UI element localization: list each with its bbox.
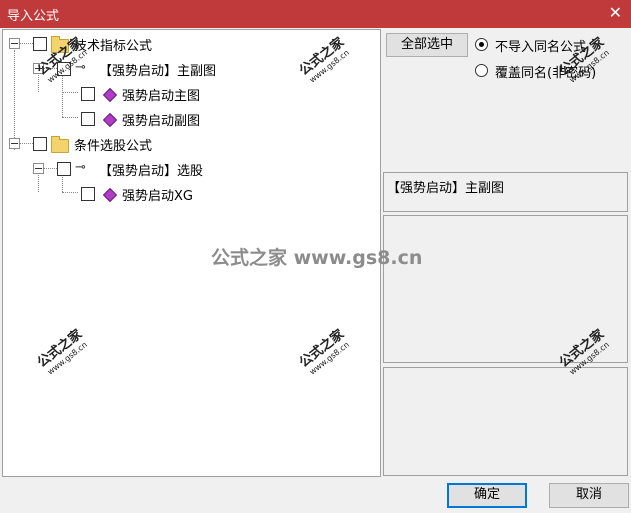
collapse-toggle[interactable] [9, 38, 20, 49]
node-label: 【强势启动】选股 [99, 164, 204, 179]
collapse-toggle[interactable] [33, 163, 44, 174]
tree-node-xg[interactable]: 强势启动XG [3, 184, 263, 206]
node-checkbox[interactable] [81, 112, 95, 126]
formula-gem-icon [102, 87, 118, 103]
node-label: 强势启动主图 [122, 89, 201, 104]
node-checkbox[interactable] [57, 162, 71, 176]
formula-detail-panel [383, 367, 628, 476]
window-title: 导入公式 [7, 9, 60, 24]
tree-node-sub-chart[interactable]: 强势启动副图 [3, 109, 263, 131]
title-bar: 导入公式 ✕ [0, 0, 631, 28]
option-label: 不导入同名公式 [495, 40, 587, 55]
tree-node-tech-indicators[interactable]: 技术指标公式 [3, 34, 203, 56]
node-label: 强势启动XG [122, 189, 193, 204]
tree-node-stock-selection[interactable]: 条件选股公式 [3, 134, 203, 156]
ok-button[interactable]: 确定 [447, 483, 527, 508]
node-checkbox[interactable] [33, 137, 47, 151]
key-icon: ⊸ [75, 160, 86, 175]
center-watermark: 公式之家 www.gs8.cn [211, 247, 423, 269]
select-all-button[interactable]: 全部选中 [386, 33, 468, 57]
node-label: 【强势启动】主副图 [99, 64, 217, 79]
node-checkbox[interactable] [81, 87, 95, 101]
node-checkbox[interactable] [33, 37, 47, 51]
tree-node-selection-formula[interactable]: ⊸ 【强势启动】选股 [3, 159, 263, 181]
radio-skip-duplicates[interactable] [475, 38, 488, 51]
node-checkbox[interactable] [81, 187, 95, 201]
selected-formula-name: 【强势启动】主副图 [387, 181, 505, 196]
tree-node-main-chart[interactable]: 强势启动主图 [3, 84, 263, 106]
cancel-button[interactable]: 取消 [549, 483, 629, 508]
formula-gem-icon [102, 112, 118, 128]
collapse-toggle[interactable] [9, 138, 20, 149]
node-label: 强势启动副图 [122, 114, 201, 129]
close-icon[interactable]: ✕ [609, 3, 622, 22]
folder-icon [51, 136, 69, 153]
radio-overwrite-duplicates[interactable] [475, 64, 488, 77]
formula-name-panel: 【强势启动】主副图 [383, 172, 628, 212]
node-label: 条件选股公式 [74, 139, 153, 154]
formula-gem-icon [102, 187, 118, 203]
